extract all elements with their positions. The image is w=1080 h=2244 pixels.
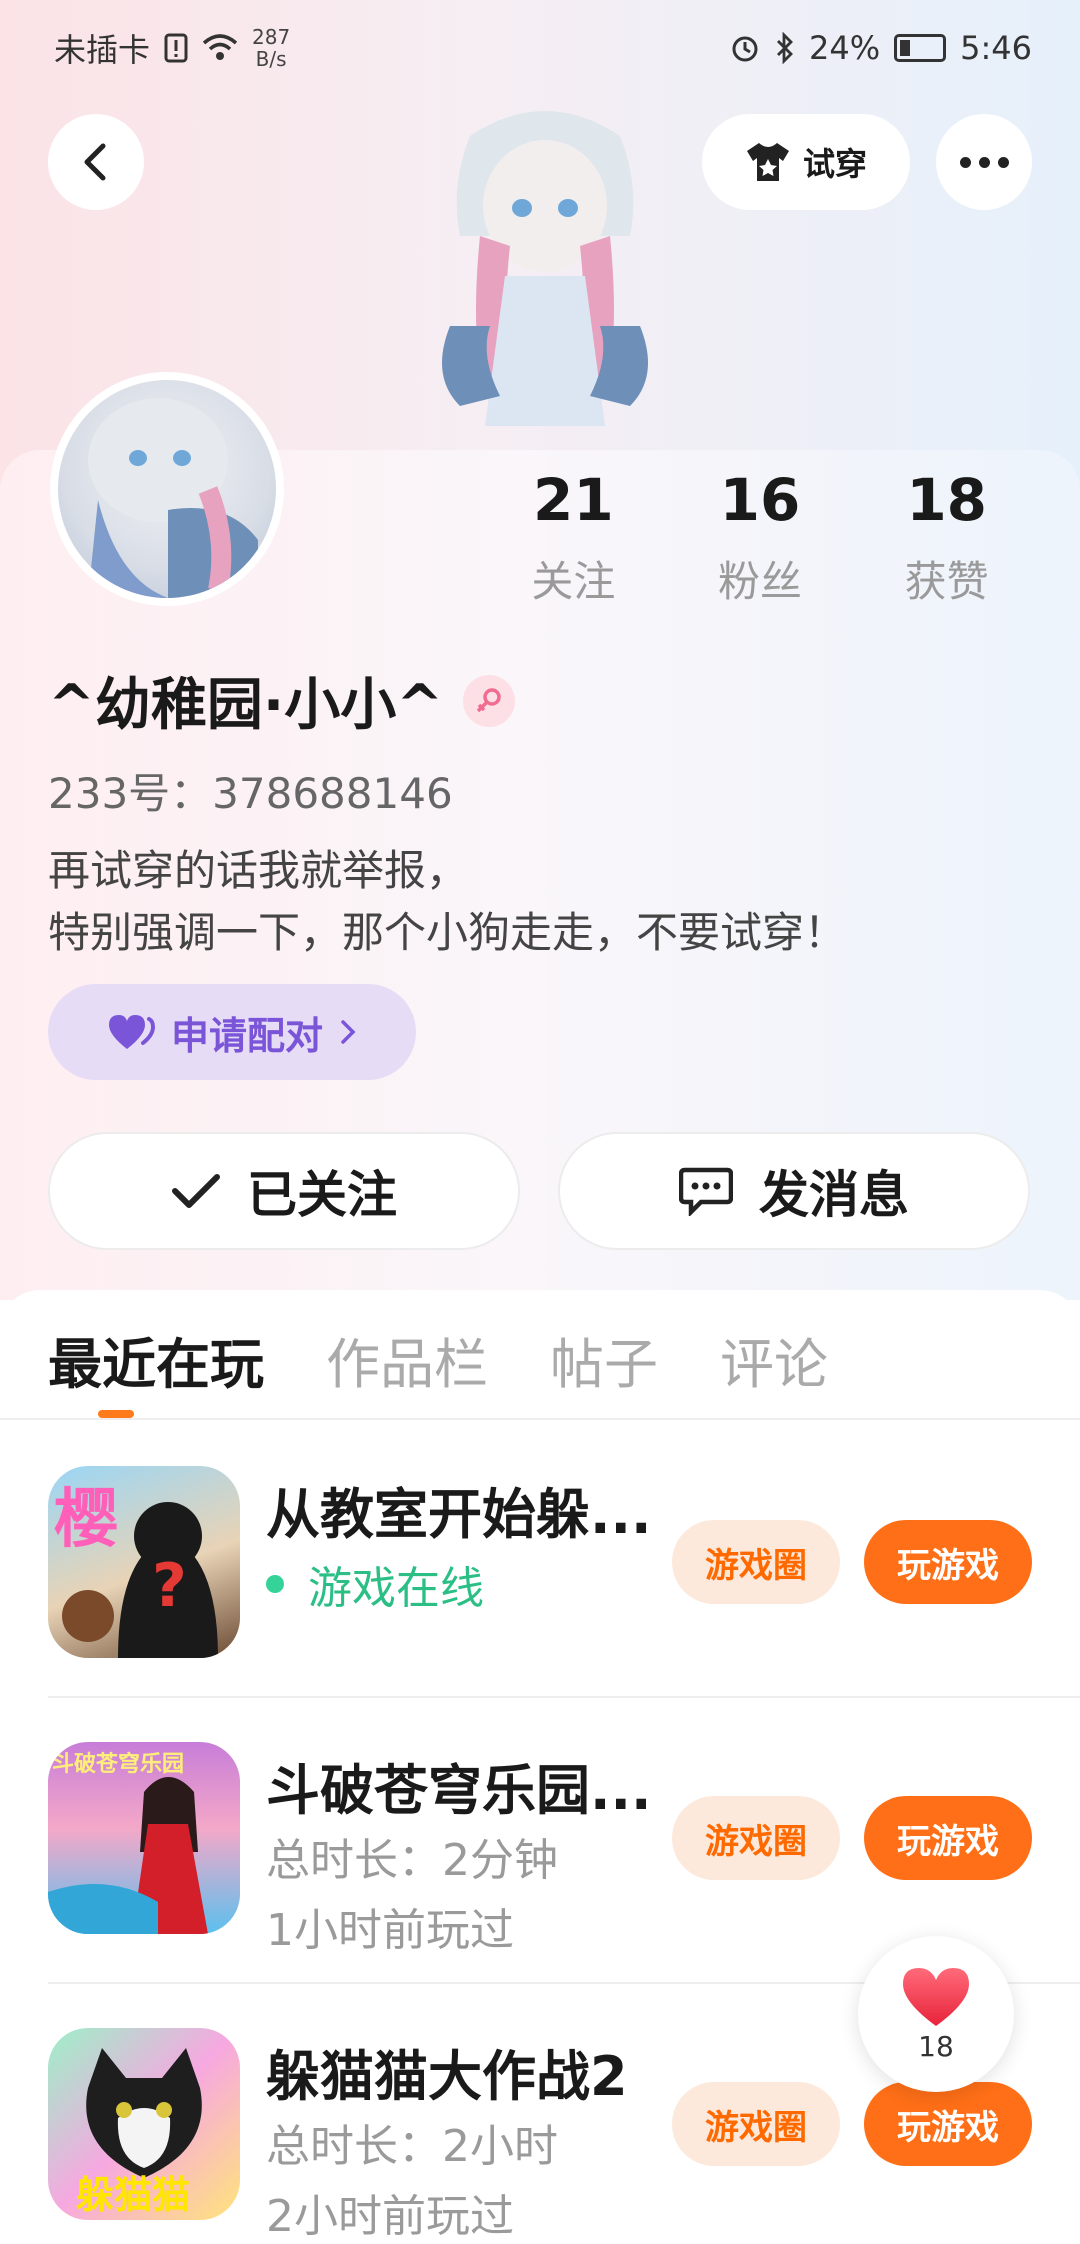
active-tab-indicator: [98, 1410, 134, 1418]
game-title: 斗破苍穹乐园...: [266, 1759, 652, 1822]
play-game-button[interactable]: 玩游戏: [864, 1520, 1032, 1604]
game-item[interactable]: 樱 ? 从教室开始躲... 游戏在线 游戏圈 玩游戏: [48, 1466, 1080, 1712]
profile-tabs: 最近在玩 作品栏 帖子 评论: [48, 1320, 828, 1399]
username-row: ^幼稚园·小小^: [48, 660, 516, 741]
status-bar: 未插卡 287 B/s 24% 5:46: [0, 0, 1080, 96]
play-game-button[interactable]: 玩游戏: [864, 2082, 1032, 2166]
try-on-button[interactable]: 试穿: [702, 114, 910, 210]
tabs-divider: [0, 1418, 1080, 1420]
avatar-character-image: [88, 398, 258, 598]
game-last-played: 2小时前玩过: [266, 2191, 514, 2242]
more-dots-icon: [959, 156, 1009, 168]
game-icon: 斗破苍穹乐园: [48, 1742, 240, 1934]
send-message-label: 发消息: [759, 1166, 909, 1224]
chat-bubble-icon: [679, 1167, 733, 1216]
game-status: 游戏在线: [266, 1552, 484, 1616]
game-icon-art: ?: [62, 1502, 218, 1658]
carrier-text: 未插卡: [54, 31, 151, 69]
game-title: 从教室开始躲...: [266, 1483, 652, 1546]
chevron-left-icon: [84, 143, 106, 181]
user-bio: 再试穿的话我就举报， 特别强调一下，那个小狗走走，不要试穿！: [48, 846, 847, 957]
game-icon: 躲猫猫: [48, 2028, 240, 2220]
tab-comments[interactable]: 评论: [720, 1320, 828, 1399]
try-on-label: 试穿: [802, 145, 867, 183]
svg-text:?: ?: [152, 1551, 187, 1621]
female-icon: [463, 674, 516, 727]
apply-pair-label: 申请配对: [170, 1013, 323, 1058]
game-circle-button[interactable]: 游戏圈: [672, 1520, 840, 1604]
tab-recently-played[interactable]: 最近在玩: [48, 1320, 264, 1399]
more-button[interactable]: [936, 114, 1032, 210]
user-id: 233号：378688146: [48, 769, 453, 818]
profile-stats: 21 关注 16 粉丝 18 获赞: [480, 466, 1040, 609]
chevron-right-icon: [341, 1020, 356, 1044]
battery-percent: 24%: [809, 29, 881, 67]
game-circle-button[interactable]: 游戏圈: [672, 2082, 840, 2166]
stat-following[interactable]: 21 关注: [480, 466, 667, 609]
game-title: 躲猫猫大作战2: [266, 2045, 628, 2108]
game-last-played: 1小时前玩过: [266, 1905, 514, 1956]
wifi-icon: [202, 34, 238, 60]
game-icon-text: 躲猫猫: [76, 2173, 191, 2217]
game-circle-button[interactable]: 游戏圈: [672, 1796, 840, 1880]
game-playtime: 总时长：2小时: [266, 2121, 558, 2172]
stat-followers[interactable]: 16 粉丝: [667, 466, 854, 609]
game-icon-art: [48, 1777, 208, 1934]
heart-icon: [903, 1967, 969, 2026]
tab-works[interactable]: 作品栏: [326, 1320, 488, 1399]
tshirt-icon: [746, 143, 789, 181]
like-floating-button[interactable]: 18: [858, 1936, 1014, 2092]
apply-pair-button[interactable]: 申请配对: [48, 984, 416, 1080]
check-icon: [172, 1174, 220, 1208]
heart-icon: [108, 1015, 155, 1049]
play-game-button[interactable]: 玩游戏: [864, 1796, 1032, 1880]
username: ^幼稚园·小小^: [48, 673, 444, 738]
sim-alert-icon: [164, 33, 188, 63]
profile-character-image: [442, 111, 648, 426]
row-divider: [48, 1696, 1080, 1698]
avatar[interactable]: [50, 372, 284, 606]
online-dot: [266, 1575, 284, 1593]
battery-icon: [894, 34, 947, 62]
send-message-button[interactable]: 发消息: [558, 1132, 1030, 1250]
alarm-icon: [732, 36, 758, 62]
bluetooth-icon: [777, 32, 793, 64]
back-button[interactable]: [48, 114, 144, 210]
like-count: 18: [918, 2029, 954, 2063]
following-button[interactable]: 已关注: [48, 1132, 520, 1250]
following-label: 已关注: [247, 1166, 397, 1224]
stat-likes[interactable]: 18 获赞: [853, 466, 1040, 609]
game-playtime: 总时长：2分钟: [266, 1835, 558, 1886]
tab-posts[interactable]: 帖子: [550, 1320, 658, 1399]
game-icon: 樱 ?: [48, 1466, 240, 1658]
clock: 5:46: [960, 29, 1032, 67]
net-speed: 287 B/s: [252, 25, 291, 71]
